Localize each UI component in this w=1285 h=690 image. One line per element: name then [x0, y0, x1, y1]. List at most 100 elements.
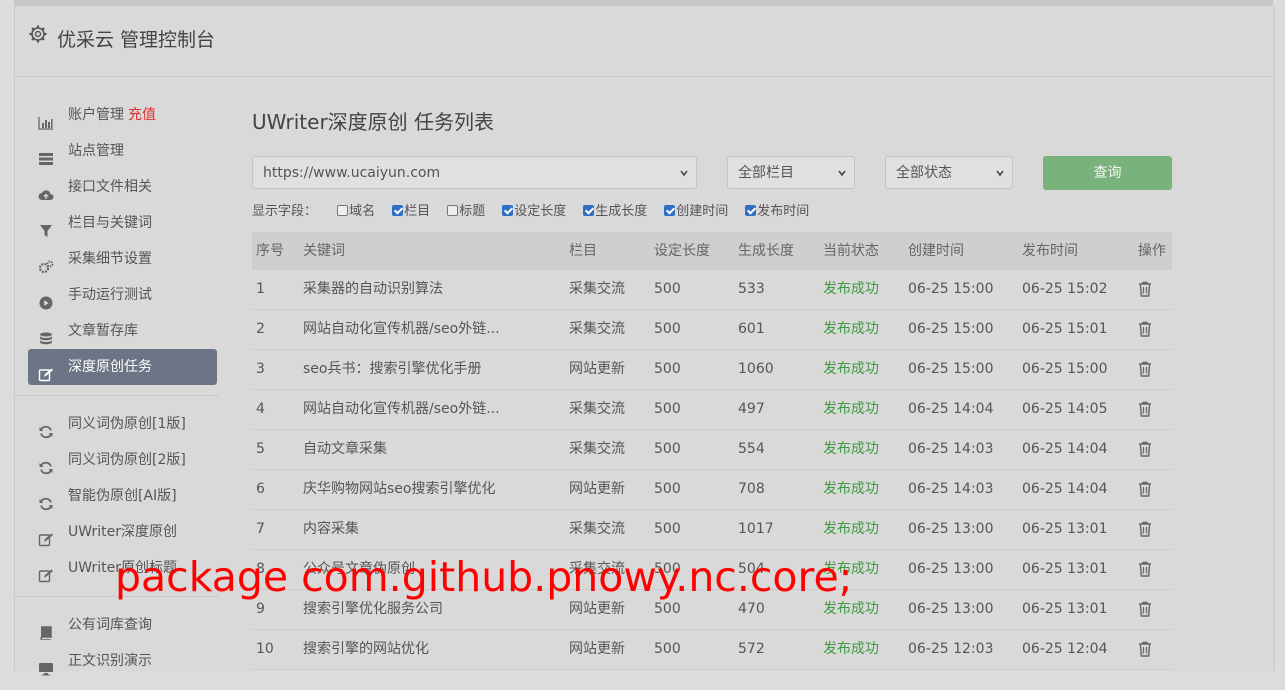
table-cell: 网站更新: [569, 481, 625, 497]
field-option[interactable]: 发布时间: [745, 202, 809, 222]
field-checkbox[interactable]: [447, 205, 459, 216]
field-label: 标题: [459, 204, 486, 219]
status-text: 发布成功: [823, 441, 879, 457]
table-cell: 网站更新: [569, 361, 625, 377]
status-text: 发布成功: [823, 641, 879, 657]
table-cell: 自动文章采集: [303, 441, 387, 457]
gears-icon: [38, 252, 54, 274]
field-label: 生成长度: [595, 204, 648, 219]
table-cell: 6: [256, 481, 265, 497]
field-option[interactable]: 栏目: [392, 202, 430, 222]
trash-icon[interactable]: [1138, 401, 1152, 417]
trash-icon[interactable]: [1138, 361, 1152, 377]
sidebar-item[interactable]: 账户管理 充值: [28, 97, 217, 133]
table-cell: 06-25 15:02: [1022, 281, 1108, 297]
table-cell: 500: [654, 521, 681, 537]
table-cell: 10: [256, 641, 274, 657]
table-cell: 采集交流: [569, 441, 625, 457]
sidebar-item[interactable]: 接口文件相关: [28, 169, 217, 205]
table-cell: 06-25 14:03: [908, 481, 994, 497]
column-header: 生成长度: [738, 243, 794, 259]
sidebar-item[interactable]: 手动运行测试: [28, 277, 217, 313]
field-checkbox[interactable]: [502, 205, 514, 216]
field-option[interactable]: 创建时间: [664, 202, 728, 222]
sidebar-item-label: 深度原创任务: [68, 359, 152, 375]
field-option[interactable]: 标题: [447, 202, 485, 222]
cloud-upload-icon: [38, 180, 54, 200]
trash-icon[interactable]: [1138, 441, 1152, 457]
column-select[interactable]: 全部栏目: [727, 156, 855, 189]
table-cell: 06-25 14:03: [908, 441, 994, 457]
field-option[interactable]: 生成长度: [583, 202, 647, 222]
table-cell: seo兵书：搜索引擎优化手册: [303, 361, 482, 377]
field-checkbox[interactable]: [745, 205, 757, 216]
sidebar-item[interactable]: 栏目与关键词: [28, 205, 217, 241]
table-cell: 572: [738, 641, 765, 657]
status-select[interactable]: 全部状态: [885, 156, 1013, 189]
display-fields-label: 显示字段：: [252, 204, 318, 219]
trash-icon[interactable]: [1138, 281, 1152, 297]
table-cell: 06-25 14:04: [1022, 481, 1108, 497]
sidebar-item[interactable]: 智能伪原创[AI版]: [28, 478, 217, 514]
console-title: 优采云 管理控制台: [57, 29, 216, 51]
table-cell: 06-25 13:01: [1022, 521, 1108, 537]
field-checkbox[interactable]: [392, 205, 404, 216]
table-cell: 533: [738, 281, 765, 297]
field-checkbox[interactable]: [664, 205, 676, 216]
table-cell: 1060: [738, 361, 774, 377]
table-cell: 06-25 14:04: [908, 401, 994, 417]
edit-icon: [38, 525, 54, 547]
table-cell: 06-25 15:00: [1022, 361, 1108, 377]
sidebar-item-label: UWriter深度原创: [68, 524, 177, 540]
sidebar-item[interactable]: 深度原创任务: [28, 349, 217, 385]
table-cell: 06-25 15:00: [908, 321, 994, 337]
table-cell: 4: [256, 401, 265, 417]
trash-icon[interactable]: [1138, 481, 1152, 497]
sidebar-item-label: 接口文件相关: [68, 179, 152, 195]
table-cell: 采集交流: [569, 321, 625, 337]
sidebar-item[interactable]: 公有词库查询: [28, 607, 217, 643]
sidebar-item[interactable]: 正文识别演示: [28, 643, 217, 679]
sidebar-item[interactable]: UWriter深度原创: [28, 514, 217, 550]
field-checkbox[interactable]: [583, 205, 595, 216]
table-cell: 708: [738, 481, 765, 497]
monitor-icon: [38, 654, 54, 676]
sidebar-item[interactable]: 同义词伪原创[2版]: [28, 442, 217, 478]
status-text: 发布成功: [823, 321, 879, 337]
sidebar-item[interactable]: 同义词伪原创[1版]: [28, 406, 217, 442]
table-cell: 采集交流: [569, 521, 625, 537]
column-header: 栏目: [569, 243, 597, 259]
column-header: 当前状态: [823, 243, 879, 259]
status-text: 发布成功: [823, 521, 879, 537]
sidebar-item-label: 公有词库查询: [68, 617, 152, 633]
site-select[interactable]: https://www.ucaiyun.com: [252, 156, 697, 189]
field-option[interactable]: 设定长度: [502, 202, 566, 222]
table-cell: 500: [654, 321, 681, 337]
table-cell: 554: [738, 441, 765, 457]
field-option[interactable]: 域名: [337, 202, 375, 222]
table-cell: 庆华购物网站seo搜索引擎优化: [303, 481, 496, 497]
recharge-link[interactable]: 充值: [128, 107, 156, 123]
table-cell: 06-25 15:00: [908, 281, 994, 297]
book-icon: [38, 618, 54, 641]
trash-icon[interactable]: [1138, 641, 1152, 657]
sidebar-item[interactable]: 采集细节设置: [28, 241, 217, 277]
chevron-down-icon: [680, 170, 688, 177]
display-fields: 显示字段： 域名 栏目 标题 设定长度 生成长度 创建时间 发布时间: [252, 202, 826, 222]
status-text: 发布成功: [823, 281, 879, 297]
table-cell: 1: [256, 281, 265, 297]
sidebar-item[interactable]: 文章暂存库: [28, 313, 217, 349]
bar-chart-icon: [38, 108, 54, 130]
edit-icon: [38, 561, 54, 583]
play-icon: [38, 288, 54, 310]
query-button[interactable]: 查询: [1043, 156, 1172, 190]
trash-icon[interactable]: [1138, 521, 1152, 537]
trash-icon[interactable]: [1138, 601, 1152, 617]
sidebar-item[interactable]: 站点管理: [28, 133, 217, 169]
trash-icon[interactable]: [1138, 561, 1152, 577]
table-cell: 内容采集: [303, 521, 359, 537]
table-cell: 7: [256, 521, 265, 537]
trash-icon[interactable]: [1138, 321, 1152, 337]
table-row: 10 搜索引擎的网站优化 网站更新 500 572 发布成功 06-25 12:03 06-2…: [252, 630, 1172, 670]
field-checkbox[interactable]: [337, 205, 349, 216]
